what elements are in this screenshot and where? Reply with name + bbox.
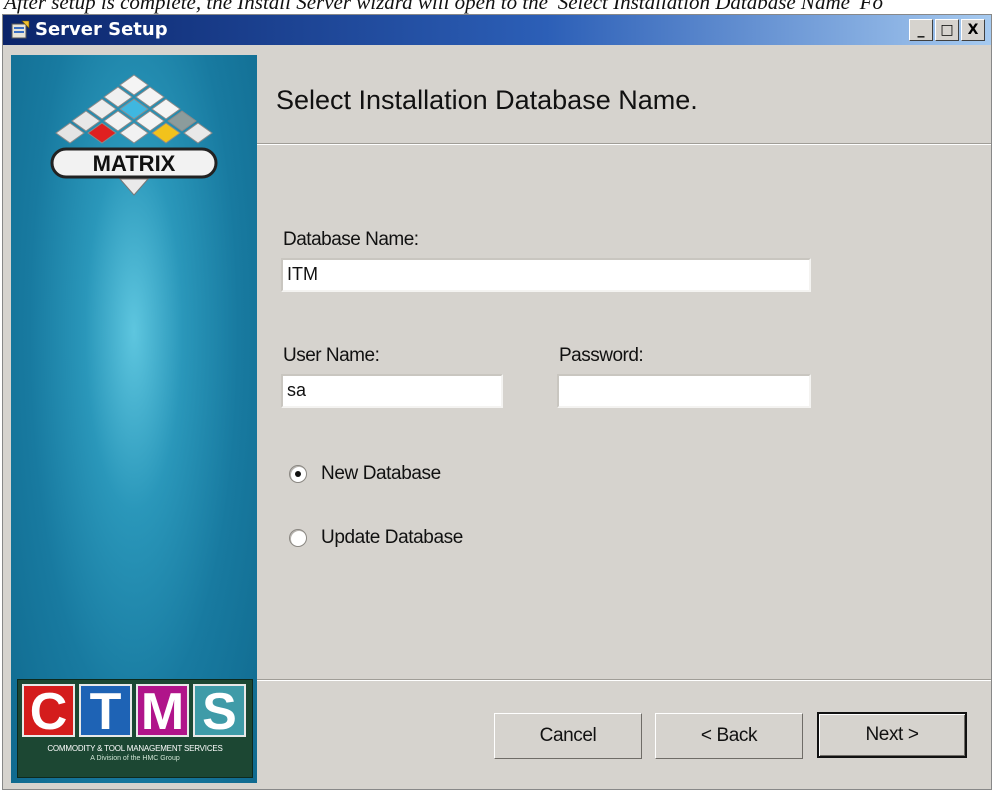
- matrix-logo: MATRIX: [41, 63, 227, 208]
- maximize-button[interactable]: □: [935, 19, 959, 41]
- window-controls: _ □ X: [909, 19, 985, 41]
- wizard-header: Select Installation Database Name.: [257, 55, 991, 144]
- window-title: Server Setup: [35, 19, 168, 40]
- wizard-sidebar: MATRIX C T M S COMMODITY & TOOL MANAGEME…: [11, 55, 257, 783]
- ctms-letter-c: C: [22, 684, 75, 739]
- ctms-letter-t: T: [79, 684, 132, 739]
- database-name-input[interactable]: ITM: [281, 258, 811, 292]
- ctms-letter-s: S: [193, 684, 246, 739]
- update-database-label: Update Database: [321, 527, 463, 548]
- password-label: Password:: [559, 345, 644, 366]
- next-button[interactable]: Next >: [817, 712, 967, 758]
- setup-app-icon: [10, 20, 30, 45]
- page-title: Select Installation Database Name.: [276, 85, 698, 115]
- new-database-option[interactable]: New Database: [289, 463, 441, 485]
- user-name-label: User Name:: [283, 345, 380, 366]
- document-text: After setup is complete, the Install Ser…: [4, 0, 883, 14]
- new-database-radio[interactable]: [289, 465, 307, 483]
- footer-divider: [257, 679, 991, 680]
- new-database-label: New Database: [321, 463, 441, 484]
- password-input[interactable]: [557, 374, 811, 408]
- database-name-label: Database Name:: [283, 229, 419, 250]
- ctms-tagline: COMMODITY & TOOL MANAGEMENT SERVICES: [47, 744, 223, 753]
- ctms-logo: C T M S COMMODITY & TOOL MANAGEMENT SERV…: [17, 679, 253, 778]
- title-bar[interactable]: Server Setup _ □ X: [3, 15, 991, 45]
- cancel-button[interactable]: Cancel: [494, 713, 642, 759]
- matrix-logo-text: MATRIX: [93, 151, 176, 176]
- update-database-radio[interactable]: [289, 529, 307, 547]
- user-name-input[interactable]: sa: [281, 374, 503, 408]
- ctms-letter-m: M: [136, 684, 189, 739]
- ctms-subtagline: A Division of the HMC Group: [90, 755, 180, 762]
- close-button[interactable]: X: [961, 19, 985, 41]
- server-setup-window: Server Setup _ □ X MATRIX C T M S COMMOD…: [2, 14, 992, 790]
- update-database-option[interactable]: Update Database: [289, 527, 463, 549]
- back-button[interactable]: < Back: [655, 713, 803, 759]
- minimize-button[interactable]: _: [909, 19, 933, 41]
